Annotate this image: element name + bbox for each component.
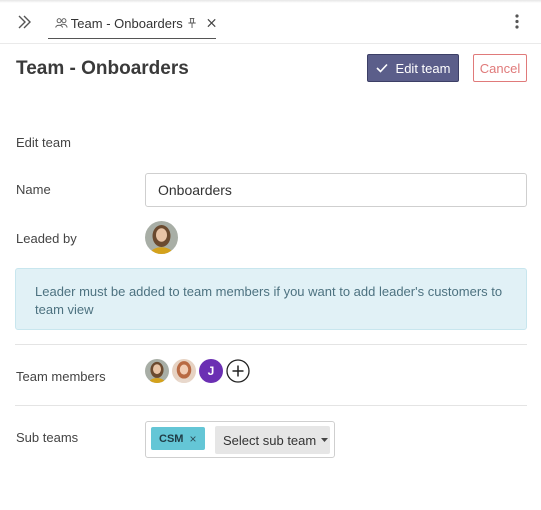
team-members-label: Team members	[16, 369, 106, 384]
add-member-icon[interactable]	[226, 359, 250, 383]
kebab-menu-icon[interactable]	[510, 12, 524, 32]
leaded-by-label: Leaded by	[16, 231, 77, 246]
chip-remove-icon[interactable]: ×	[189, 432, 196, 446]
sub-team-chip: CSM ×	[151, 427, 205, 450]
member-avatar[interactable]	[145, 359, 169, 383]
edit-team-label: Edit team	[395, 60, 451, 76]
member-avatar[interactable]	[172, 359, 196, 383]
member-avatar-initial[interactable]: J	[199, 359, 223, 383]
close-icon[interactable]	[207, 18, 216, 28]
pin-icon[interactable]	[187, 17, 197, 29]
divider	[15, 405, 527, 406]
page-title: Team - Onboarders	[16, 58, 189, 79]
leader-info-alert: Leader must be added to team members if …	[15, 268, 527, 330]
check-icon	[375, 63, 388, 73]
info-text: Leader must be added to team members if …	[35, 284, 503, 317]
sub-teams-field[interactable]: CSM × Select sub team	[145, 421, 335, 458]
double-chevron-right-icon[interactable]	[14, 12, 34, 32]
caret-down-icon	[321, 438, 329, 442]
tab-team-onboarders[interactable]: Team - Onboarders	[48, 8, 216, 39]
section-title: Edit team	[16, 135, 71, 150]
sub-teams-label: Sub teams	[16, 430, 79, 445]
leader-avatar[interactable]	[145, 221, 178, 254]
select-sub-team-label: Select sub team	[223, 432, 317, 448]
edit-team-button[interactable]: Edit team	[367, 54, 459, 82]
top-bar: Team - Onboarders	[0, 0, 541, 44]
tab-title: Team - Onboarders	[70, 15, 183, 31]
chip-label: CSM	[159, 432, 184, 445]
select-sub-team-dropdown[interactable]: Select sub team	[215, 426, 330, 454]
cancel-button[interactable]: Cancel	[473, 54, 527, 82]
name-field[interactable]	[145, 173, 527, 207]
divider	[15, 344, 527, 345]
team-icon	[55, 18, 68, 28]
name-label: Name	[16, 182, 51, 197]
